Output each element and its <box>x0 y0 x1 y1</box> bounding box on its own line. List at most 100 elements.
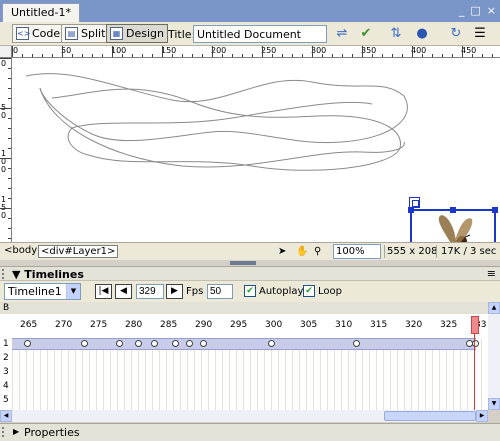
gripper-icon[interactable] <box>2 269 8 279</box>
ruler-tick <box>212 46 213 57</box>
ruler-tick <box>12 46 13 57</box>
behavior-channel-label: B <box>3 303 10 313</box>
playhead[interactable] <box>471 316 479 334</box>
play-icon[interactable]: ▶ <box>166 284 183 299</box>
ruler-tick <box>222 54 223 57</box>
behavior-channel[interactable]: B <box>0 302 488 314</box>
document-tab-bar: Untitled-1* _ □ × <box>0 0 500 22</box>
keyframe[interactable] <box>24 340 31 347</box>
view-options-icon[interactable]: ☰ <box>472 26 488 42</box>
loop-checkbox[interactable]: ✔ <box>303 285 315 297</box>
keyframe[interactable] <box>353 340 360 347</box>
hand-tool-icon[interactable]: ✋ <box>296 246 308 257</box>
ruler-label: 200 <box>211 46 227 55</box>
rewind-icon[interactable]: |◀ <box>95 284 112 299</box>
resize-handle[interactable] <box>408 207 414 213</box>
ruler-label: 0 <box>1 59 7 68</box>
reload-icon[interactable]: ↻ <box>448 26 464 42</box>
ruler-tick <box>332 54 333 57</box>
keyframe[interactable] <box>268 340 275 347</box>
ruler-tick <box>8 118 11 119</box>
file-management-icon[interactable]: ⇌ <box>334 26 350 42</box>
code-view-button[interactable]: <> Code <box>12 24 65 43</box>
resize-handle[interactable] <box>450 207 456 213</box>
keyframe[interactable] <box>81 340 88 347</box>
scroll-thumb[interactable] <box>384 411 476 421</box>
ruler-tick <box>492 54 493 57</box>
autoplay-checkbox[interactable]: ✔ <box>244 285 256 297</box>
refresh-design-icon[interactable]: ⇅ <box>388 26 404 42</box>
ruler-tick <box>172 54 173 57</box>
design-view-button[interactable]: ▦ Design <box>106 24 168 43</box>
keyframe[interactable] <box>200 340 207 347</box>
frame-number: 320 <box>405 320 423 330</box>
select-tool-icon[interactable]: ➤ <box>278 246 286 257</box>
restore-button[interactable]: □ <box>470 4 480 17</box>
minimize-button[interactable]: _ <box>459 4 465 17</box>
ruler-tick <box>0 108 11 109</box>
ruler-tick <box>8 178 11 179</box>
split-view-button[interactable]: ▤ Split <box>61 24 110 43</box>
ruler-tick <box>232 54 233 57</box>
design-canvas[interactable] <box>12 58 500 242</box>
zoom-select[interactable]: 100% <box>333 244 381 259</box>
keyframe[interactable] <box>151 340 158 347</box>
properties-label: Properties <box>24 426 80 439</box>
scroll-down-icon[interactable]: ▼ <box>488 398 500 410</box>
timeline-select[interactable]: Timeline1 ▼ <box>4 283 81 300</box>
window-controls: _ □ × <box>459 4 496 17</box>
gripper-icon[interactable] <box>2 427 8 437</box>
frame-number: 265 <box>20 320 38 330</box>
globe-icon[interactable]: ● <box>414 26 430 42</box>
preview-browser-icon[interactable]: ✔ <box>358 26 374 42</box>
timelines-panel-header[interactable]: ▼ Timelines ≡ <box>0 266 500 281</box>
keyframe[interactable] <box>116 340 123 347</box>
ruler-origin[interactable] <box>0 46 12 58</box>
horizontal-scrollbar[interactable]: ◀ ▶ <box>0 410 488 422</box>
ruler-tick <box>252 54 253 57</box>
expand-arrow-icon[interactable]: ▶ <box>13 427 19 436</box>
close-button[interactable]: × <box>487 4 496 17</box>
ruler-label: 100 <box>111 46 127 55</box>
document-tab[interactable]: Untitled-1* <box>2 3 80 22</box>
playhead-line <box>474 334 475 410</box>
scroll-left-icon[interactable]: ◀ <box>0 410 12 422</box>
ruler-tick <box>8 148 11 149</box>
ruler-label: 250 <box>261 46 277 55</box>
current-frame-input[interactable] <box>136 284 164 299</box>
ruler-tick <box>242 54 243 57</box>
keyframe[interactable] <box>172 340 179 347</box>
ruler-tick <box>0 58 11 59</box>
ruler-tick <box>342 54 343 57</box>
back-icon[interactable]: ◀ <box>115 284 132 299</box>
frame-number: 310 <box>335 320 353 330</box>
layer1-box[interactable] <box>408 207 498 242</box>
ruler-tick <box>432 54 433 57</box>
design-view-icon: ▦ <box>110 27 123 40</box>
ruler-tick <box>8 98 11 99</box>
ruler-tick <box>8 168 11 169</box>
ruler-tick <box>182 54 183 57</box>
panel-options-icon[interactable]: ≡ <box>487 267 496 280</box>
fps-label: Fps <box>186 286 204 297</box>
scroll-right-icon[interactable]: ▶ <box>476 410 488 422</box>
keyframe[interactable] <box>135 340 142 347</box>
tag-selector-layer[interactable]: <div#Layer1> <box>38 245 119 258</box>
frame-number: 315 <box>370 320 388 330</box>
frame-number: 305 <box>300 320 318 330</box>
ruler-label: 350 <box>361 46 377 55</box>
ruler-label: 100 <box>1 149 7 174</box>
ruler-label: 450 <box>461 46 477 55</box>
resize-handle[interactable] <box>492 207 498 213</box>
window-size[interactable]: 555 x 208 <box>387 246 437 257</box>
panel-title: ▼ Timelines <box>12 268 84 281</box>
timeline-grid[interactable]: B 265 270 275 280 285 290 295 300 305 31… <box>0 302 488 410</box>
scroll-up-icon[interactable]: ▲ <box>488 302 500 314</box>
properties-panel-header[interactable]: ▶ Properties <box>0 423 500 441</box>
zoom-tool-icon[interactable]: ⚲ <box>314 246 321 257</box>
vertical-scrollbar[interactable]: ▲ ▼ <box>488 302 500 410</box>
keyframe[interactable] <box>186 340 193 347</box>
document-title-input[interactable] <box>193 25 327 43</box>
ruler-tick <box>482 54 483 57</box>
fps-input[interactable] <box>207 284 233 299</box>
